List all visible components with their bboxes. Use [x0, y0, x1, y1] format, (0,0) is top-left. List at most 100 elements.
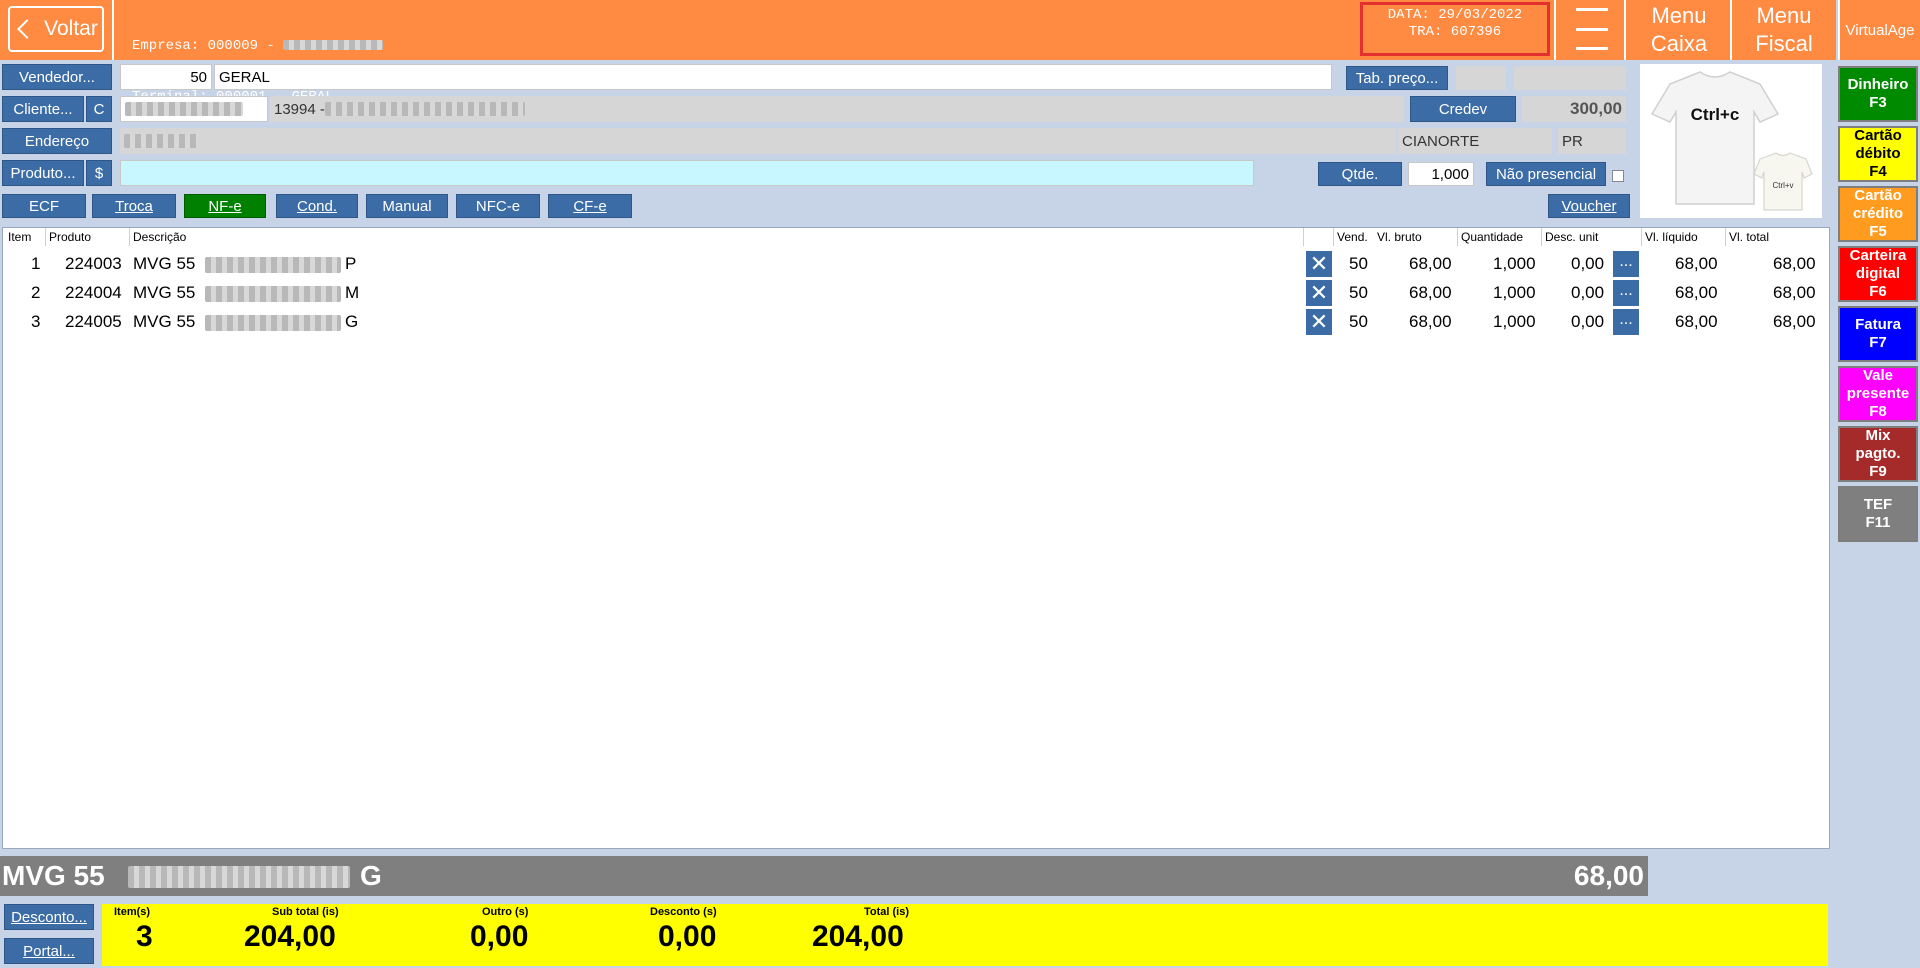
remove-item-button[interactable]: ✕: [1306, 251, 1332, 277]
header-divider: [112, 0, 114, 60]
produto-button[interactable]: Produto...: [2, 160, 84, 186]
cell-quantidade: 1,000: [1493, 312, 1536, 331]
doc-button-cond[interactable]: Cond.: [276, 194, 358, 218]
pay-carteira-digital-button[interactable]: Carteira digital F6: [1838, 246, 1918, 302]
city-value: CIANORTE: [1402, 132, 1480, 150]
shirt-print-text: Ctrl+c: [1691, 105, 1740, 124]
vendedor-code-value: 50: [190, 68, 207, 86]
tab-preco-button[interactable]: Tab. preço...: [1346, 66, 1448, 90]
itens-label: Item(s): [114, 906, 151, 918]
date-line: DATA: 29/03/2022: [1387, 7, 1523, 23]
pay-tef-button[interactable]: TEF F11: [1838, 486, 1918, 542]
doc-label: Troca: [115, 197, 153, 215]
quantity-field[interactable]: 1,000: [1408, 162, 1474, 186]
cell-desc-unit: 0,00: [1571, 254, 1605, 273]
endereco-button[interactable]: Endereço: [2, 128, 112, 154]
credev-value: 300,00: [1570, 99, 1622, 118]
state-field: PR: [1558, 128, 1626, 154]
price-button[interactable]: $: [86, 160, 112, 186]
total-label: Total (is): [864, 906, 910, 918]
back-button[interactable]: Voltar: [8, 6, 104, 52]
header-item: Item: [8, 230, 32, 244]
credev-button[interactable]: Credev: [1410, 96, 1516, 122]
pay-mix-pagto-button[interactable]: Mix pagto. F9: [1838, 426, 1918, 482]
cell-item: 1: [31, 254, 41, 273]
table-row[interactable]: 1 224003 MVG 55 P ✕ 50 68,00 1,000 0,00 …: [3, 250, 1829, 279]
state-value: PR: [1562, 132, 1583, 150]
cliente-code-field[interactable]: [120, 96, 268, 122]
desconto-total-label: Desconto (s): [650, 906, 717, 918]
voucher-button[interactable]: Voucher: [1548, 194, 1630, 218]
doc-button-troca[interactable]: Troca: [92, 194, 176, 218]
doc-button-cfe[interactable]: CF-e: [548, 194, 632, 218]
desconto-button[interactable]: Desconto...: [4, 904, 94, 930]
tab-preco-desc-field: [1514, 66, 1626, 90]
remove-item-button[interactable]: ✕: [1306, 280, 1332, 306]
nao-presencial-button[interactable]: Não presencial: [1486, 162, 1606, 186]
virtualage-button[interactable]: VirtualAge: [1838, 0, 1920, 60]
table-row[interactable]: 3 224005 MVG 55 G ✕ 50 68,00 1,000 0,00 …: [3, 308, 1829, 337]
cell-size: G: [345, 312, 359, 331]
cliente-c-label: C: [93, 100, 105, 118]
redacted-description: [205, 286, 341, 302]
cell-vend: 50: [1349, 254, 1368, 273]
current-item-name: MVG 55: [2, 860, 105, 891]
cell-descricao: MVG 55: [133, 254, 196, 273]
doc-label: NFC-e: [475, 197, 521, 215]
menu-fiscal-button[interactable]: Menu Fiscal: [1734, 2, 1834, 58]
pay-label: TEF F11: [1863, 496, 1893, 531]
pay-label: Carteira digital F6: [1849, 247, 1907, 300]
item-options-button[interactable]: ...: [1613, 251, 1639, 277]
vendedor-name-field: GERAL: [214, 64, 1332, 90]
small-shirt-print-text: Ctrl+v: [1772, 181, 1793, 190]
pay-fatura-button[interactable]: Fatura F7: [1838, 306, 1918, 362]
current-item-bar: MVG 55 G 68,00: [0, 856, 1648, 896]
header-divider: [1554, 0, 1556, 60]
cell-produto: 224004: [65, 283, 122, 302]
pay-cartao-credito-button[interactable]: Cartão crédito F5: [1838, 186, 1918, 242]
header-vl-total: Vl. total: [1729, 230, 1770, 244]
cell-quantidade: 1,000: [1493, 254, 1536, 273]
remove-item-button[interactable]: ✕: [1306, 309, 1332, 335]
cell-descricao: MVG 55: [133, 283, 196, 302]
header-produto: Produto: [49, 230, 92, 244]
endereco-label: Endereço: [24, 132, 90, 150]
cell-quantidade: 1,000: [1493, 283, 1536, 302]
city-field: CIANORTE: [1398, 128, 1552, 154]
header-vl-bruto: Vl. bruto: [1377, 230, 1422, 244]
menu-fiscal-label-1: Menu: [1756, 3, 1812, 28]
nao-presencial-checkbox[interactable]: [1612, 170, 1624, 182]
cliente-button[interactable]: Cliente...: [2, 96, 84, 122]
date-box: DATA: 29/03/2022 TRA: 607396: [1360, 2, 1550, 56]
vendedor-code-field[interactable]: 50: [120, 64, 212, 90]
doc-label: Cond.: [296, 197, 338, 215]
header-divider: [1730, 0, 1732, 60]
pay-cartao-debito-button[interactable]: Cartão débito F4: [1838, 126, 1918, 182]
redacted-address: [124, 134, 198, 148]
item-options-button[interactable]: ...: [1613, 280, 1639, 306]
pay-label: Cartão crédito F5: [1852, 187, 1903, 240]
hamburger-menu-icon[interactable]: [1558, 6, 1626, 52]
subtotal-value: 204,00: [244, 920, 336, 953]
item-options-button[interactable]: ...: [1613, 309, 1639, 335]
qtde-button[interactable]: Qtde.: [1318, 162, 1402, 186]
doc-button-nfe[interactable]: NF-e: [184, 194, 266, 218]
outro-value: 0,00: [470, 920, 529, 953]
product-search-input[interactable]: [120, 160, 1254, 186]
vendedor-button[interactable]: Vendedor...: [2, 64, 112, 90]
menu-caixa-button[interactable]: Menu Caixa: [1628, 2, 1730, 58]
portal-button[interactable]: Portal...: [4, 938, 94, 964]
doc-button-nfce[interactable]: NFC-e: [456, 194, 540, 218]
cliente-c-button[interactable]: C: [86, 96, 112, 122]
pay-dinheiro-button[interactable]: Dinheiro F3: [1838, 66, 1918, 122]
doc-button-manual[interactable]: Manual: [366, 194, 448, 218]
cell-item: 2: [31, 283, 41, 302]
pay-vale-presente-button[interactable]: Vale presente F8: [1838, 366, 1918, 422]
table-row[interactable]: 2 224004 MVG 55 M ✕ 50 68,00 1,000 0,00 …: [3, 279, 1829, 308]
chevron-left-icon: [17, 19, 38, 39]
cell-desc-unit: 0,00: [1571, 312, 1605, 331]
vendedor-name-value: GERAL: [219, 68, 270, 86]
total-value: 204,00: [812, 920, 904, 953]
menu-caixa-label-1: Menu: [1651, 3, 1707, 28]
doc-button-ecf[interactable]: ECF: [2, 194, 86, 218]
